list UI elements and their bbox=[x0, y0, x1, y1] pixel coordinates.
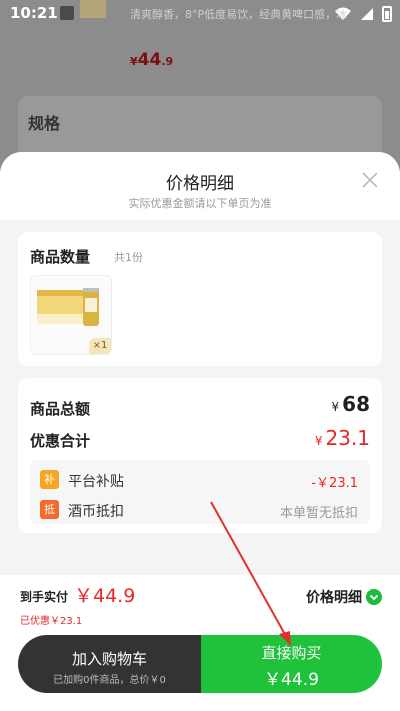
quantity-badge: ×1 bbox=[89, 338, 111, 354]
add-to-cart-sub: 已加购0件商品，总价￥0 bbox=[53, 675, 166, 686]
notification-icon bbox=[60, 6, 74, 20]
quantity-card: 商品数量 共1份 ×1 bbox=[18, 232, 382, 366]
buy-now-button[interactable]: 直接购买 ￥44.9 bbox=[201, 635, 382, 693]
total-label: 商品总额 bbox=[30, 400, 91, 418]
checkout-footer: 到手实付 ￥44.9 已优惠￥23.1 价格明细 加入购物车 已加购0件商品，总… bbox=[0, 575, 400, 711]
saved-text: 已优惠￥23.1 bbox=[20, 616, 83, 627]
quantity-title: 商品数量 bbox=[30, 248, 91, 266]
subsidy-label: 平台补贴 bbox=[68, 474, 124, 490]
coin-deduction-row: 抵 酒币抵扣 本单暂无抵扣 bbox=[30, 496, 370, 524]
background-product-thumbnail bbox=[80, 0, 106, 18]
subsidy-value: -￥23.1 bbox=[311, 476, 358, 491]
product-image[interactable]: ×1 bbox=[30, 275, 112, 355]
deduction-icon: 抵 bbox=[40, 500, 59, 519]
quantity-count: 共1份 bbox=[114, 251, 143, 264]
buy-now-label: 直接购买 bbox=[261, 644, 322, 662]
chevron-down-icon bbox=[366, 589, 382, 605]
buy-now-price: ￥44.9 bbox=[264, 670, 319, 690]
discount-breakdown: 补 平台补贴 -￥23.1 抵 酒币抵扣 本单暂无抵扣 bbox=[30, 460, 370, 524]
total-yen: ¥ bbox=[331, 400, 340, 414]
background-spec-label: 规格 bbox=[28, 114, 61, 133]
discount-label: 优惠合计 bbox=[30, 432, 91, 450]
price-detail-toggle[interactable]: 价格明细 bbox=[306, 587, 382, 607]
total-amount: ¥68 bbox=[332, 392, 370, 416]
signal-icon bbox=[361, 8, 373, 20]
deduction-label: 酒币抵扣 bbox=[68, 504, 124, 520]
total-value: 68 bbox=[342, 392, 370, 416]
deduction-value: 本单暂无抵扣 bbox=[279, 506, 358, 521]
background-price-main: 44 bbox=[137, 50, 162, 70]
close-icon[interactable] bbox=[360, 170, 380, 190]
discount-amount: ¥23.1 bbox=[315, 426, 370, 450]
price-detail-toggle-label: 价格明细 bbox=[306, 590, 362, 606]
background-price-symbol: ¥ bbox=[130, 55, 138, 68]
add-to-cart-label: 加入购物车 bbox=[71, 650, 147, 668]
battery-icon bbox=[382, 6, 392, 22]
pay-label: 到手实付 bbox=[20, 590, 69, 604]
add-to-cart-button[interactable]: 加入购物车 已加购0件商品，总价￥0 bbox=[18, 635, 201, 693]
sheet-header: 价格明细 实际优惠金额请以下单页为准 bbox=[0, 152, 400, 220]
discount-value: 23.1 bbox=[325, 426, 370, 450]
background-product-price: ¥44.9 bbox=[130, 50, 173, 70]
pay-amount: ￥44.9 bbox=[74, 585, 136, 607]
status-time: 10:21 bbox=[10, 4, 58, 22]
background-price-decimal: .9 bbox=[161, 55, 174, 68]
sheet-subtitle: 实际优惠金额请以下单页为准 bbox=[128, 197, 272, 210]
summary-card: 商品总额 ¥68 优惠合计 ¥23.1 补 平台补贴 -￥23.1 抵 酒币抵扣… bbox=[18, 378, 382, 533]
background-product-description: 清爽醇香，8°P低度易饮，经典黄啤口感，冰 bbox=[130, 8, 348, 21]
subsidy-icon: 补 bbox=[40, 470, 59, 489]
platform-subsidy-row: 补 平台补贴 -￥23.1 bbox=[30, 466, 370, 494]
discount-yen: ¥ bbox=[314, 434, 323, 448]
sheet-title: 价格明细 bbox=[166, 174, 234, 194]
